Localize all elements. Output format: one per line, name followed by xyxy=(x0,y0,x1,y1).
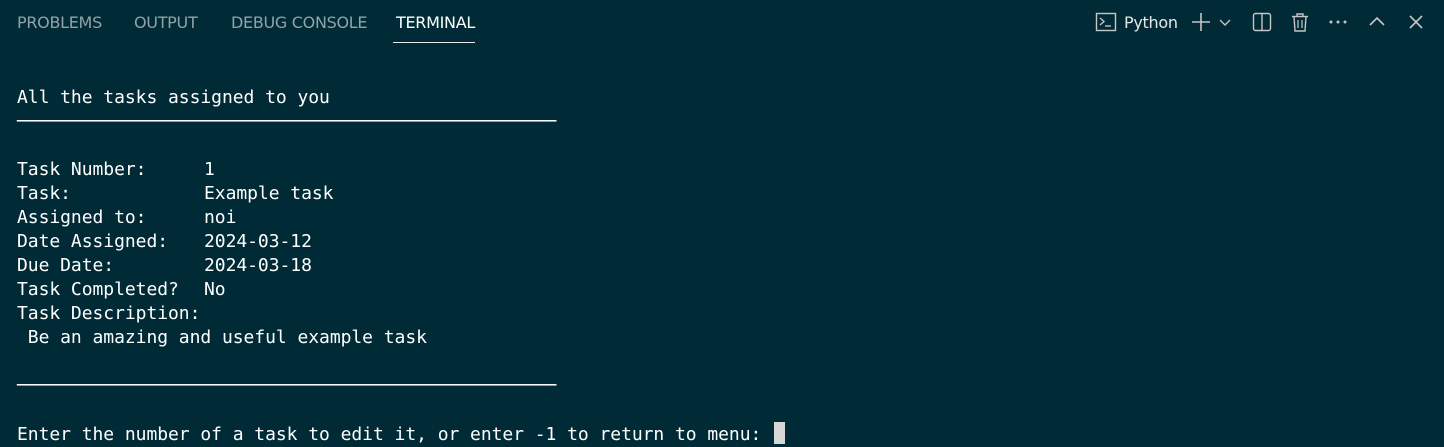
field-value: No xyxy=(204,279,226,300)
shell-name-label[interactable]: Python xyxy=(1124,13,1178,32)
task-field-row: Due Date: 2024-03-18 xyxy=(17,254,1417,278)
new-terminal-plus-icon[interactable] xyxy=(1189,8,1213,36)
field-value: 2024-03-18 xyxy=(204,255,312,276)
task-field-row: Task: Example task xyxy=(17,182,1417,206)
task-field-row: Date Assigned: 2024-03-12 xyxy=(17,230,1417,254)
separator-line: ────────────────────────────────────────… xyxy=(17,375,557,396)
chevron-down-icon[interactable] xyxy=(1217,8,1233,36)
maximize-panel-chevron-up-icon[interactable] xyxy=(1366,8,1388,36)
task-field-row: Task Completed? No xyxy=(17,278,1417,302)
terminal-output[interactable]: All the tasks assigned to you ──────────… xyxy=(17,86,1417,446)
field-value: 2024-03-12 xyxy=(204,231,312,252)
field-key: Task: xyxy=(17,183,71,204)
close-panel-icon[interactable] xyxy=(1405,8,1427,36)
terminal-cursor xyxy=(774,422,786,444)
terminal-heading: All the tasks assigned to you xyxy=(17,87,330,108)
split-terminal-icon[interactable] xyxy=(1250,8,1274,36)
task-field-row: Assigned to: noi xyxy=(17,206,1417,230)
tab-terminal[interactable]: TERMINAL xyxy=(396,13,475,32)
field-key: Task Number: xyxy=(17,159,147,180)
field-value: noi xyxy=(204,207,237,228)
task-field-row: Task Number: 1 xyxy=(17,158,1417,182)
field-key: Date Assigned: xyxy=(17,231,169,252)
tab-output[interactable]: OUTPUT xyxy=(134,13,198,32)
task-description-text: Be an amazing and useful example task xyxy=(17,327,427,348)
task-field-row: Task Description: xyxy=(17,302,1417,326)
active-tab-indicator xyxy=(393,42,475,43)
field-key: Task Completed? xyxy=(17,279,179,300)
field-value: 1 xyxy=(204,159,215,180)
more-actions-icon[interactable] xyxy=(1326,8,1350,36)
field-key: Assigned to: xyxy=(17,207,147,228)
trash-icon[interactable] xyxy=(1288,8,1312,36)
separator-line: ────────────────────────────────────────… xyxy=(17,111,557,132)
tab-debug-console[interactable]: DEBUG CONSOLE xyxy=(231,13,368,32)
input-prompt-line[interactable]: Enter the number of a task to edit it, o… xyxy=(17,422,1417,446)
terminal-shell-icon[interactable] xyxy=(1094,8,1118,36)
field-key: Due Date: xyxy=(17,255,115,276)
field-key: Task Description: xyxy=(17,303,201,324)
field-value: Example task xyxy=(204,183,334,204)
tab-problems[interactable]: PROBLEMS xyxy=(17,13,102,32)
panel-tab-bar: PROBLEMS OUTPUT DEBUG CONSOLE TERMINAL P… xyxy=(0,0,1444,44)
